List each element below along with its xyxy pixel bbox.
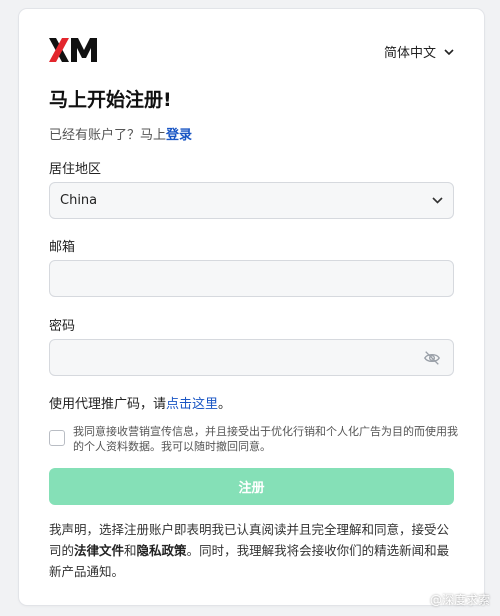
privacy-policy-link[interactable]: 隐私政策 [137,543,187,558]
xm-logo-mark [49,38,97,62]
signup-card: 简体中文 马上开始注册! 已经有账户了？马上登录 居住地区 China 邮箱 密… [19,9,484,605]
password-field[interactable] [50,340,453,375]
chevron-down-icon [432,197,443,204]
email-field[interactable] [50,261,453,296]
legal-docs-link[interactable]: 法律文件 [74,543,124,558]
email-field-box [49,260,454,297]
region-value: China [60,193,98,208]
region-label: 居住地区 [49,162,102,177]
consent-text: 我同意接收营销宣传信息，并且接受出于优化行销和个人化广告为目的而使用我的个人资料… [73,425,458,453]
marketing-consent: 我同意接收营销宣传信息，并且接受出于优化行销和个人化广告为目的而使用我的个人资料… [49,424,459,454]
region-select[interactable]: China [49,182,454,219]
watermark: @深度求索 [430,591,490,608]
referral-text: 使用代理推广码，请点击这里。 [49,393,231,412]
eye-off-icon[interactable] [423,349,441,367]
consent-checkbox[interactable] [49,430,65,446]
password-label: 密码 [49,319,76,334]
email-label: 邮箱 [49,240,76,255]
xm-logo [49,37,107,63]
referral-prefix: 使用代理推广码，请 [49,397,167,412]
login-link[interactable]: 登录 [166,128,192,143]
referral-link[interactable]: 点击这里 [166,397,218,412]
language-selector[interactable]: 简体中文 [384,42,454,61]
have-account-text: 已经有账户了？马上登录 [49,124,192,143]
language-label: 简体中文 [383,46,436,61]
declaration-text: 我声明，选择注册账户即表明我已认真阅读并且完全理解和同意，接受公司的法律文件和隐… [49,519,457,582]
password-field-box [49,339,454,376]
referral-suffix: 。 [218,397,232,412]
watermark-text: @深度求索 [429,593,490,607]
register-button[interactable]: 注册 [49,468,454,505]
have-account-prefix: 已经有账户了？马上 [49,128,167,143]
declaration-and: 和 [124,543,137,558]
chevron-down-icon [444,48,454,55]
page-title: 马上开始注册! [49,89,172,111]
